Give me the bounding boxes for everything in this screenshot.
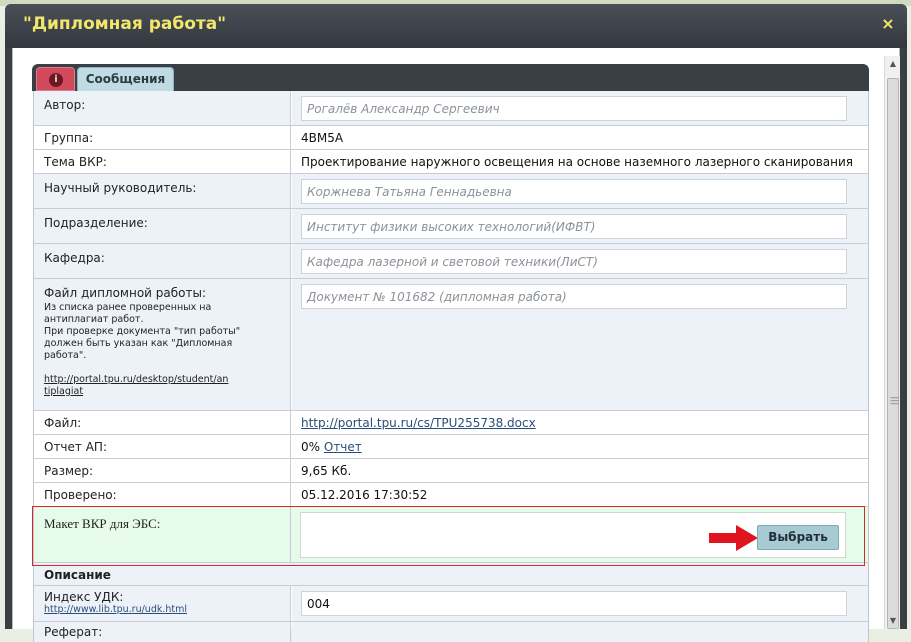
- thesis-dialog: "Дипломная работа" × ▲ — — — ▼ i Сообщения…: [5, 4, 907, 642]
- thesis-file-label: Файл дипломной работы:: [44, 286, 206, 300]
- scroll-up-icon[interactable]: ▲: [888, 60, 898, 68]
- row-ebs-layout: Макет ВКР для ЭБС: Выбрать: [34, 507, 868, 563]
- size-value: 9,65 Кб.: [301, 464, 352, 478]
- ap-report-link[interactable]: Отчет: [324, 440, 362, 454]
- dialog-content: ▲ — — — ▼ i Сообщения Автор: Рогалёв Алекс…: [12, 48, 900, 642]
- ebs-upload-box[interactable]: Выбрать: [300, 512, 846, 558]
- row-department: Подразделение: Институт физики высоких т…: [34, 209, 868, 244]
- supervisor-field[interactable]: Коржнева Татьяна Геннадьевна: [301, 179, 847, 204]
- dialog-title: "Дипломная работа": [23, 14, 227, 34]
- checked-value: 05.12.2016 17:30:52: [301, 488, 428, 502]
- thesis-file-cell: Файл дипломной работы: Из списка ранее п…: [34, 279, 291, 410]
- topic-value: Проектирование наружного освещения на ос…: [301, 155, 853, 169]
- author-field[interactable]: Рогалёв Александр Сергеевич: [301, 96, 847, 121]
- ebs-layout-label: Макет ВКР для ЭБС:: [34, 507, 291, 562]
- vertical-scrollbar[interactable]: ▲ — — — ▼: [884, 56, 900, 629]
- tab-messages[interactable]: Сообщения: [77, 67, 174, 91]
- row-thesis-file: Файл дипломной работы: Из списка ранее п…: [34, 279, 868, 411]
- checked-label: Проверено:: [34, 483, 291, 506]
- row-udk: Индекс УДК: http://www.lib.tpu.ru/udk.ht…: [34, 586, 868, 622]
- row-group: Группа: 4ВМ5А: [34, 126, 868, 150]
- description-section-title: Описание: [34, 563, 868, 586]
- row-size: Размер: 9,65 Кб.: [34, 459, 868, 483]
- chair-field[interactable]: Кафедра лазерной и световой техники(ЛиСТ…: [301, 249, 847, 274]
- thesis-file-note-1: Из списка ранее проверенных на антиплаги…: [44, 302, 212, 325]
- department-label: Подразделение:: [34, 209, 291, 243]
- tab-info[interactable]: i: [36, 67, 75, 91]
- row-ap-report: Отчет АП: 0% Отчет: [34, 435, 868, 459]
- thesis-file-field[interactable]: Документ № 101682 (дипломная работа): [301, 284, 847, 309]
- grip-icon: — — —: [890, 393, 899, 409]
- udk-cell: Индекс УДК: http://www.lib.tpu.ru/udk.ht…: [34, 586, 291, 621]
- file-label: Файл:: [34, 411, 291, 434]
- group-label: Группа:: [34, 126, 291, 149]
- choose-button[interactable]: Выбрать: [757, 525, 839, 550]
- group-value: 4ВМ5А: [301, 131, 344, 145]
- antiplagiat-link[interactable]: http://portal.tpu.ru/desktop/student/ant…: [44, 374, 229, 398]
- ap-report-label: Отчет АП:: [34, 435, 291, 458]
- author-label: Автор:: [34, 91, 291, 125]
- thesis-details-table: Автор: Рогалёв Александр Сергеевич Групп…: [33, 91, 869, 642]
- thesis-file-note-2: При проверке документа "тип работы" долж…: [44, 326, 241, 361]
- row-chair: Кафедра: Кафедра лазерной и световой тех…: [34, 244, 868, 279]
- red-arrow-icon: [709, 525, 758, 551]
- row-abstract: Реферат:: [34, 622, 868, 642]
- scrollbar-thumb[interactable]: — — —: [887, 78, 899, 629]
- row-author: Автор: Рогалёв Александр Сергеевич: [34, 91, 868, 126]
- file-link[interactable]: http://portal.tpu.ru/cs/TPU255738.docx: [301, 416, 536, 430]
- ap-percent: 0%: [301, 440, 321, 454]
- udk-link[interactable]: http://www.lib.tpu.ru/udk.html: [44, 604, 290, 615]
- row-supervisor: Научный руководитель: Коржнева Татьяна Г…: [34, 174, 868, 209]
- department-field[interactable]: Институт физики высоких технологий(ИФВТ): [301, 214, 847, 239]
- size-label: Размер:: [34, 459, 291, 482]
- close-icon[interactable]: ×: [879, 15, 897, 33]
- dialog-titlebar[interactable]: "Дипломная работа" ×: [5, 4, 907, 48]
- info-icon: i: [49, 73, 63, 87]
- chair-label: Кафедра:: [34, 244, 291, 278]
- scroll-down-icon[interactable]: ▼: [888, 617, 898, 625]
- abstract-label: Реферат:: [34, 622, 291, 642]
- tab-bar: i Сообщения: [32, 64, 869, 91]
- udk-label: Индекс УДК:: [44, 590, 124, 604]
- row-checked: Проверено: 05.12.2016 17:30:52: [34, 483, 868, 507]
- row-topic: Тема ВКР: Проектирование наружного освещ…: [34, 150, 868, 174]
- topic-label: Тема ВКР:: [34, 150, 291, 173]
- udk-field[interactable]: 004: [301, 591, 847, 616]
- supervisor-label: Научный руководитель:: [34, 174, 291, 208]
- row-file: Файл: http://portal.tpu.ru/cs/TPU255738.…: [34, 411, 868, 435]
